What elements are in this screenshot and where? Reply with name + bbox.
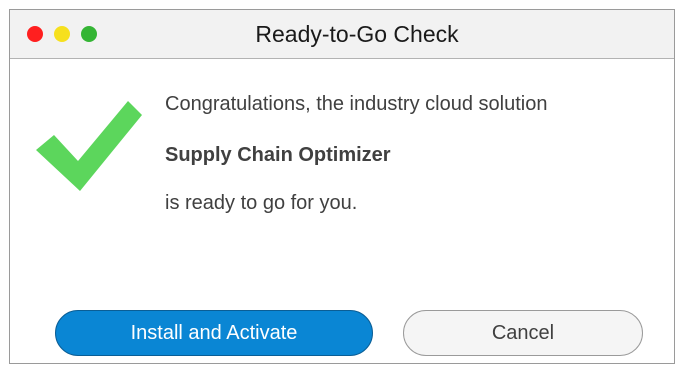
message-line-3: is ready to go for you. bbox=[165, 192, 358, 214]
product-name: Supply Chain Optimizer bbox=[165, 144, 391, 166]
window-title: Ready-to-Go Check bbox=[255, 21, 459, 47]
checkmark-icon bbox=[36, 101, 142, 191]
install-and-activate-button[interactable]: Install and Activate bbox=[55, 310, 373, 356]
title-bar: Ready-to-Go Check bbox=[10, 10, 674, 59]
message-line-1: Congratulations, the industry cloud solu… bbox=[165, 93, 548, 115]
cancel-button[interactable]: Cancel bbox=[403, 310, 643, 356]
dialog-window: Ready-to-Go Check Congratulations, the i… bbox=[9, 9, 675, 364]
